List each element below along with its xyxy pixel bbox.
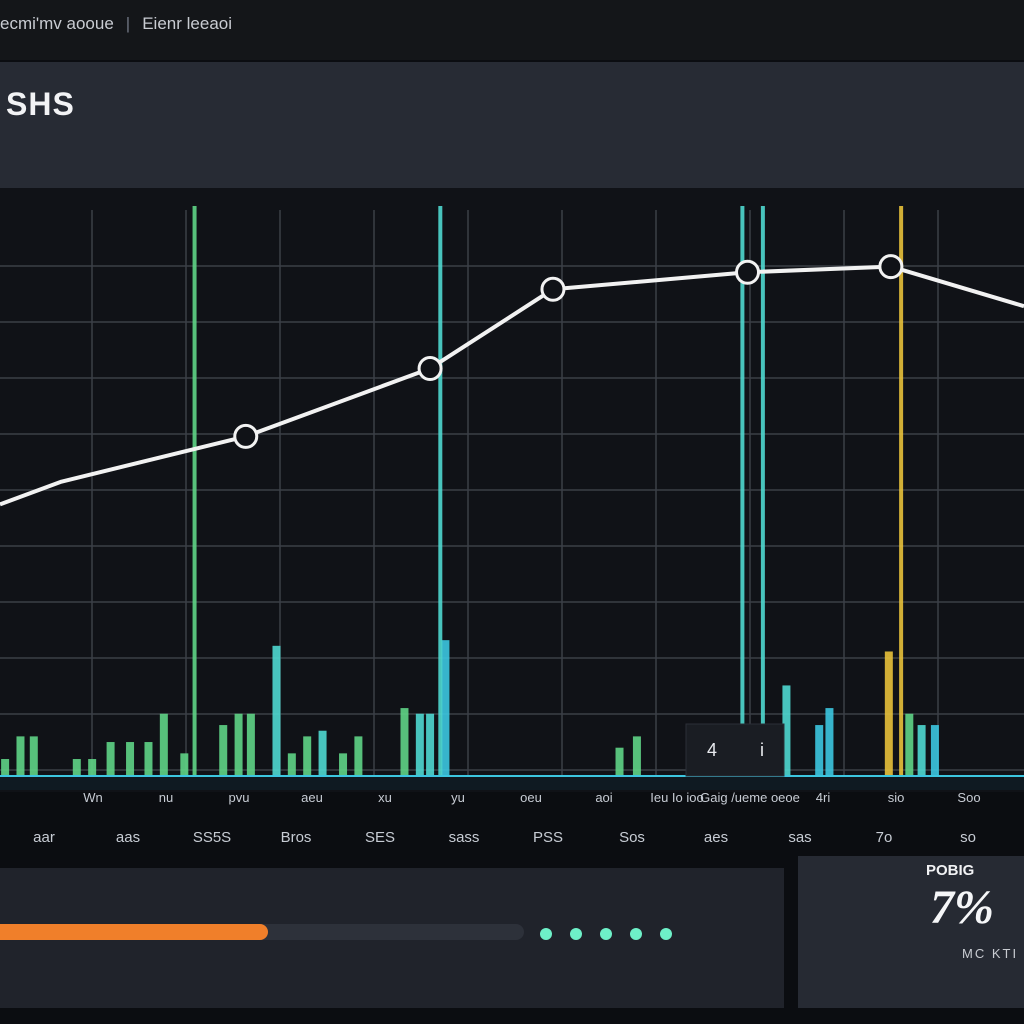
data-point <box>735 259 761 285</box>
stat-sublabel: MC KTI <box>962 946 1019 961</box>
tick-label: SES <box>365 829 395 846</box>
tick-label: Soo <box>957 790 980 805</box>
breadcrumb-separator: | <box>125 14 131 33</box>
stat-label: POBIG <box>926 862 975 879</box>
bar <box>88 759 97 776</box>
data-point <box>878 254 904 280</box>
bar <box>303 736 312 776</box>
bar <box>426 713 435 776</box>
bar <box>16 736 25 776</box>
tick-label: aar <box>33 829 55 846</box>
pager-dot[interactable] <box>570 928 582 940</box>
bar <box>287 753 296 776</box>
data-point <box>417 355 443 381</box>
page-title: SHS <box>6 86 75 122</box>
line-chart: Wn nu pvu aeu xu yu oeu aoi Ieu Io iooGaig /ueme… <box>0 206 1024 846</box>
tick-label: Bros <box>281 829 312 846</box>
tick-label: oeu <box>520 790 542 805</box>
pager-dot[interactable] <box>600 928 612 940</box>
bar <box>400 708 409 776</box>
tick-label: PSS <box>533 829 563 846</box>
top-bar: ecmi'mv aooue | Eienr leeaoi <box>0 0 1024 60</box>
tick-label: 7o <box>876 829 893 846</box>
chart-header: SHS <box>0 62 1024 188</box>
series-line <box>0 264 1024 507</box>
bar <box>615 747 624 776</box>
tick-label: Ieu Io ioo <box>650 790 704 805</box>
tick-label: nu <box>159 790 173 805</box>
bar <box>632 736 641 776</box>
bar <box>917 725 926 776</box>
bar <box>29 736 38 776</box>
tick-label: xu <box>378 790 392 805</box>
bar <box>106 742 115 776</box>
axis-band <box>0 776 1024 790</box>
chart-panel: Wn nu pvu aeu xu yu oeu aoi Ieu Io ioo Gaig /ueme… <box>0 188 1024 846</box>
tick-label: aes <box>704 829 728 846</box>
tick-label: aeu <box>301 790 323 805</box>
bar <box>415 713 424 776</box>
inset-box <box>685 723 785 777</box>
tick-label: sass <box>449 829 480 846</box>
bar <box>234 713 243 776</box>
breadcrumb-item[interactable]: ecmi'mv aooue <box>0 14 114 34</box>
bar <box>815 725 824 776</box>
tick-label: sas <box>788 829 811 846</box>
tick-label: SS5S <box>193 829 231 846</box>
pager-dots <box>540 928 672 940</box>
bar <box>246 713 255 776</box>
data-point <box>540 276 566 302</box>
stat-value: 7% <box>930 881 994 934</box>
tick-label: aas <box>116 829 140 846</box>
bar <box>825 708 834 776</box>
inset-glyph: 4 <box>707 740 717 760</box>
bar <box>219 725 228 776</box>
tick-label: sio <box>888 790 905 805</box>
data-point <box>233 423 259 449</box>
progress-fill <box>0 924 269 940</box>
bar <box>884 651 893 776</box>
bar <box>905 713 914 776</box>
tick-label: Gaig /ueme oeoe <box>700 790 800 805</box>
bar <box>180 753 189 776</box>
bar <box>1 759 10 776</box>
bar <box>318 730 327 776</box>
tick-label: pvu <box>229 790 250 805</box>
tick-label: Sos <box>619 829 645 846</box>
bar <box>159 713 168 776</box>
pager-dot[interactable] <box>540 928 552 940</box>
bar <box>126 742 135 776</box>
tick-label: yu <box>451 790 465 805</box>
bar <box>272 645 281 776</box>
bar <box>354 736 363 776</box>
breadcrumb-item[interactable]: Eienr leeaoi <box>142 14 232 34</box>
inset-glyph: i <box>760 740 764 760</box>
tick-label: 4ri <box>816 790 831 805</box>
pager-dot[interactable] <box>660 928 672 940</box>
bar <box>930 725 939 776</box>
bar <box>339 753 348 776</box>
bar <box>144 742 153 776</box>
tick-label: so <box>960 829 976 846</box>
tick-label: aoi <box>595 790 612 805</box>
pager-dot[interactable] <box>630 928 642 940</box>
tick-label: Wn <box>83 790 103 805</box>
bar <box>441 640 450 776</box>
bar <box>72 759 81 776</box>
progress-bar <box>0 924 524 940</box>
